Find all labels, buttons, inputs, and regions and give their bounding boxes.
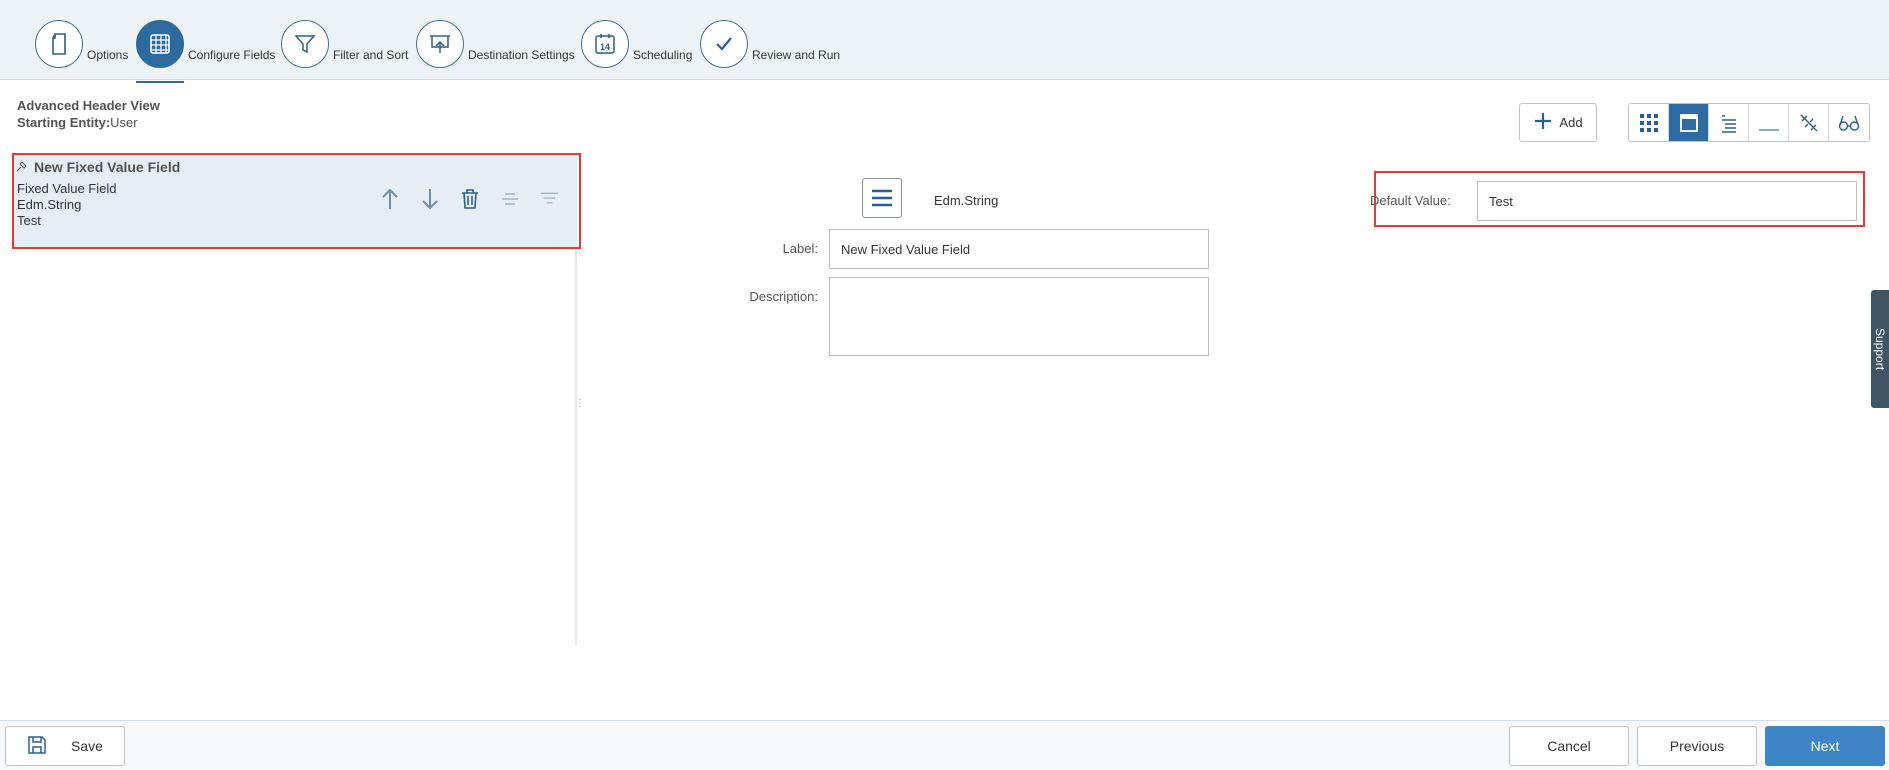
- plus-icon: [1533, 111, 1553, 134]
- add-button-label: Add: [1559, 115, 1583, 130]
- view-toggle-group: [1628, 103, 1870, 142]
- default-value-highlight: [1374, 171, 1865, 227]
- add-button[interactable]: Add: [1519, 103, 1597, 142]
- description-caption: Description:: [749, 289, 818, 304]
- step-label: Options: [87, 48, 129, 62]
- presentation-icon: [416, 20, 464, 68]
- wizard-stepper: Options Configure Fields Filter and Sort…: [0, 0, 1889, 83]
- step-label: Destination Settings: [468, 48, 575, 62]
- starting-entity-value: User: [110, 115, 138, 130]
- save-icon: [27, 735, 47, 758]
- panel-view-icon[interactable]: [1669, 104, 1709, 141]
- step-scheduling[interactable]: 14 Scheduling: [581, 16, 692, 68]
- starting-entity-label: Starting Entity:: [17, 115, 111, 130]
- step-destination-settings[interactable]: Destination Settings: [416, 16, 575, 68]
- checkmark-icon: [700, 20, 748, 68]
- save-button-label: Save: [71, 738, 103, 754]
- support-tab[interactable]: Support: [1871, 290, 1889, 408]
- grid-view-icon[interactable]: [1629, 104, 1669, 141]
- label-input[interactable]: New Fixed Value Field: [829, 229, 1209, 269]
- next-button[interactable]: Next: [1765, 726, 1885, 766]
- detail-data-type: Edm.String: [934, 193, 999, 208]
- hamburger-menu-button[interactable]: [862, 178, 902, 218]
- save-button[interactable]: Save: [5, 726, 125, 766]
- glasses-icon[interactable]: [1829, 104, 1869, 141]
- field-card-highlight: [12, 153, 581, 249]
- filter-icon: [281, 20, 329, 68]
- document-icon: [35, 20, 83, 68]
- splitter-handle-icon[interactable]: ⋮: [575, 398, 585, 409]
- svg-text:14: 14: [600, 42, 610, 52]
- cancel-button[interactable]: Cancel: [1509, 726, 1629, 766]
- step-label: Scheduling: [633, 48, 693, 62]
- previous-button[interactable]: Previous: [1637, 726, 1757, 766]
- step-review-and-run[interactable]: Review and Run: [700, 16, 840, 68]
- step-label: Filter and Sort: [333, 48, 409, 62]
- grid-icon: [136, 20, 184, 68]
- step-options[interactable]: Options: [35, 16, 128, 68]
- line-view-icon[interactable]: [1749, 104, 1789, 141]
- step-label: Review and Run: [752, 48, 841, 62]
- calendar-icon: 14: [581, 20, 629, 68]
- page-title: Advanced Header View: [17, 98, 160, 113]
- starting-entity: Starting Entity:User: [17, 115, 138, 130]
- step-label: Configure Fields: [188, 48, 276, 62]
- step-filter-and-sort[interactable]: Filter and Sort: [281, 16, 408, 68]
- list-view-icon[interactable]: [1709, 104, 1749, 141]
- label-caption: Label:: [782, 241, 818, 256]
- description-textarea[interactable]: [829, 277, 1209, 356]
- unlink-icon[interactable]: [1789, 104, 1829, 141]
- step-configure-fields[interactable]: Configure Fields: [136, 16, 276, 83]
